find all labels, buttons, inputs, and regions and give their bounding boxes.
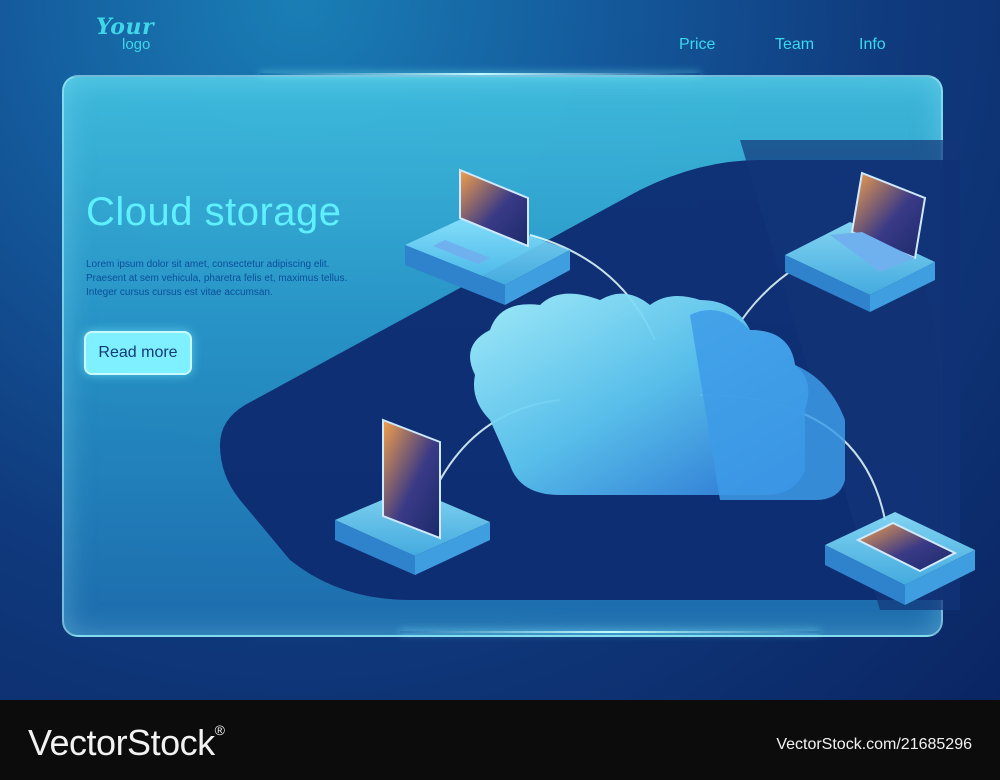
- watermark-bar: VectorStock® VectorStock.com/21685296: [0, 700, 1000, 780]
- hero-description: Lorem ipsum dolor sit amet, consectetur …: [86, 258, 416, 300]
- read-more-button[interactable]: Read more: [84, 331, 192, 375]
- hero-description-line: Lorem ipsum dolor sit amet, consectetur …: [86, 259, 330, 270]
- watermark-brand-text: VectorStock: [28, 722, 215, 763]
- watermark-id: VectorStock.com/21685296: [776, 736, 972, 753]
- page-title: Cloud storage: [86, 190, 342, 234]
- hero-description-line: Integer cursus cursus est vitae accumsan…: [86, 287, 273, 298]
- hero-stage: Your logo Price Team Info Cloud storage …: [0, 0, 1000, 700]
- watermark-registered-mark: ®: [214, 722, 225, 738]
- hero-description-line: Praesent at sem vehicula, pharetra felis…: [86, 273, 348, 284]
- watermark-brand: VectorStock®: [28, 722, 225, 764]
